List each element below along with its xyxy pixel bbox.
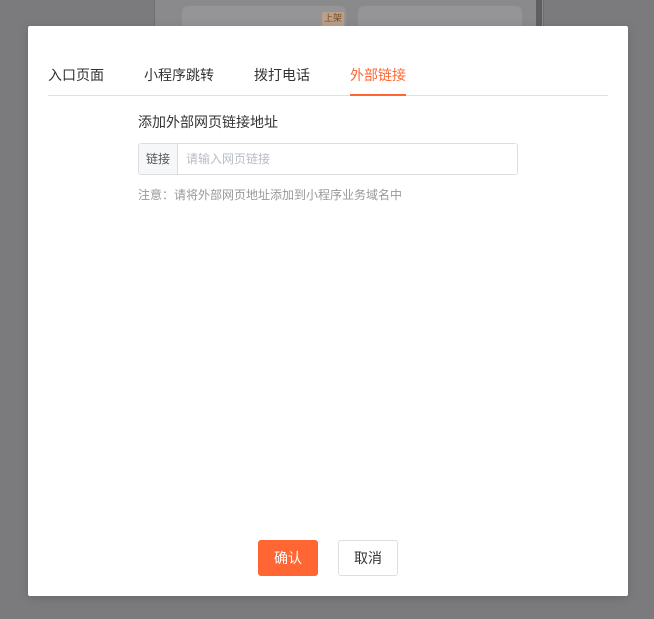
background-status-tag: 上架	[322, 12, 344, 26]
tab-entry-page[interactable]: 入口页面	[48, 64, 104, 96]
tab-phone-call[interactable]: 拨打电话	[254, 64, 310, 96]
domain-notice: 注意：请将外部网页地址添加到小程序业务域名中	[138, 188, 403, 202]
section-title: 添加外部网页链接地址	[138, 115, 278, 131]
link-type-tabs: 入口页面 小程序跳转 拨打电话 外部链接	[48, 64, 608, 96]
confirm-button[interactable]: 确认	[258, 540, 318, 576]
link-url-input[interactable]	[178, 144, 517, 174]
link-settings-dialog: 入口页面 小程序跳转 拨打电话 外部链接 添加外部网页链接地址 链接 注意：请将…	[28, 26, 628, 596]
tab-mini-program-jump[interactable]: 小程序跳转	[144, 64, 214, 96]
link-input-group: 链接	[138, 143, 518, 175]
tab-external-link[interactable]: 外部链接	[350, 64, 406, 96]
link-input-addon: 链接	[139, 144, 178, 174]
cancel-button[interactable]: 取消	[338, 540, 398, 576]
